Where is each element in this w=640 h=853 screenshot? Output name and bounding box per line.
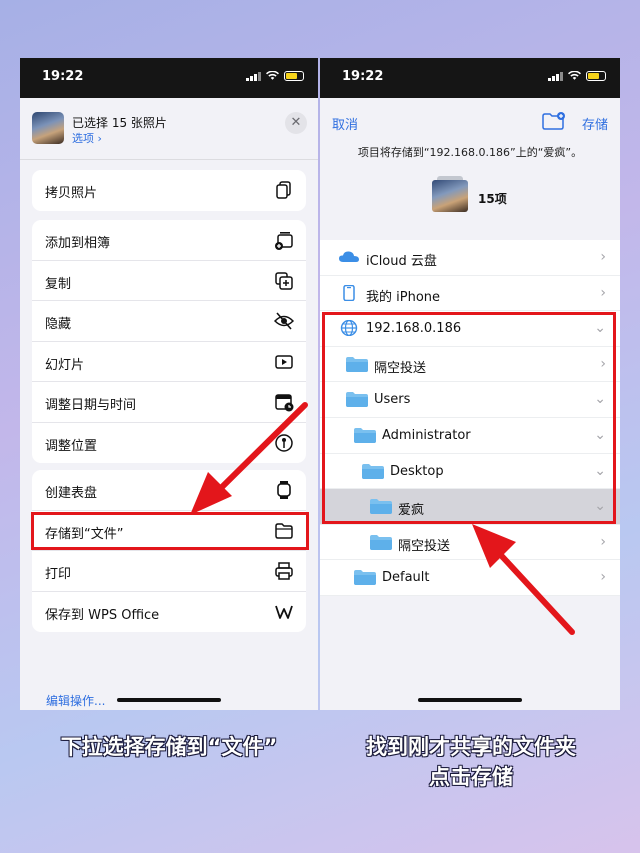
caption-right-line2: 点击存储 bbox=[429, 765, 513, 789]
arrow-to-folder bbox=[472, 524, 575, 635]
arrow-annotations bbox=[190, 402, 575, 635]
caption-left: 下拉选择存储到“文件” bbox=[60, 735, 278, 759]
caption-right-line1: 找到刚才共享的文件夹 bbox=[366, 735, 576, 759]
arrow-to-save-files bbox=[190, 402, 308, 515]
